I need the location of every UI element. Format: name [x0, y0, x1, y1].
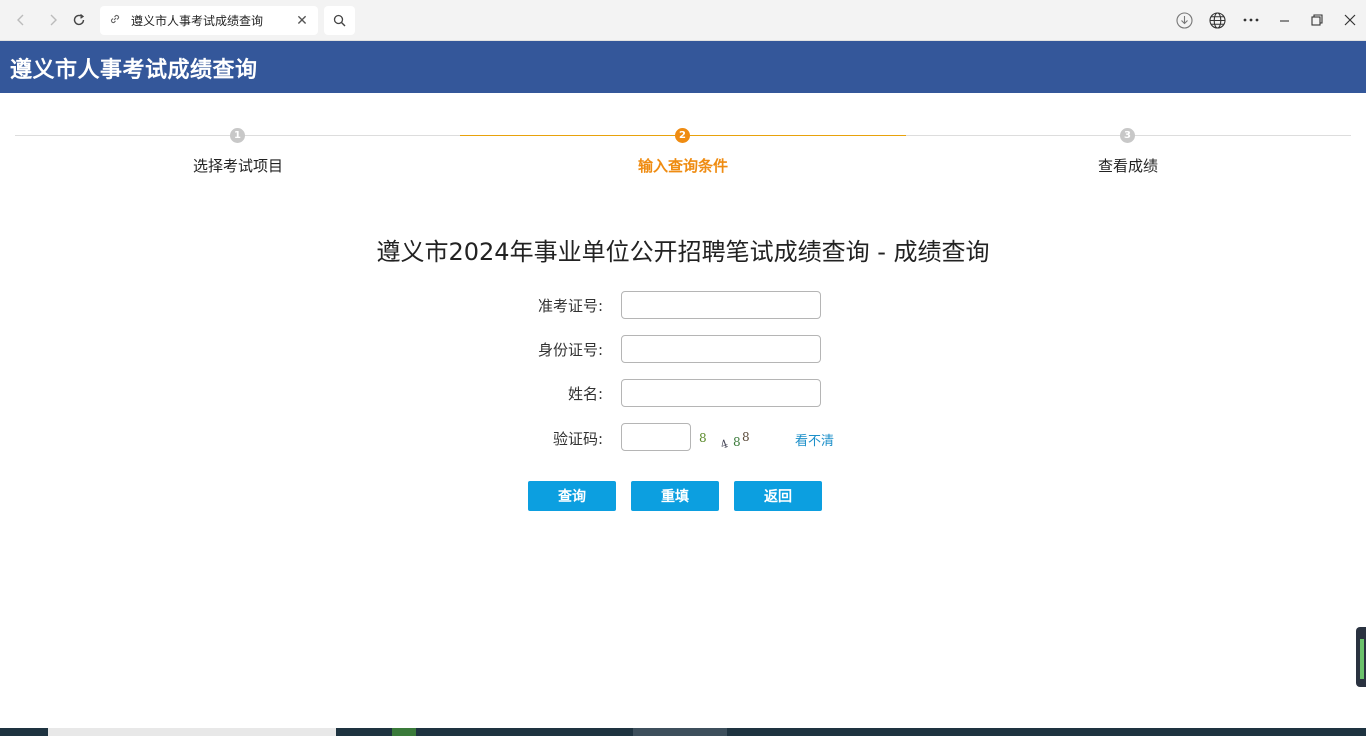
svg-text:8: 8 — [742, 430, 750, 444]
back-arrow-icon[interactable] — [10, 9, 32, 31]
download-icon[interactable] — [1173, 9, 1195, 31]
reset-button[interactable]: 重填 — [631, 481, 719, 511]
tab-title: 遵义市人事考试成绩查询 — [131, 14, 264, 28]
side-widget[interactable] — [1356, 627, 1366, 687]
link-icon — [109, 13, 123, 28]
svg-text:4: 4 — [719, 437, 730, 452]
svg-text:8: 8 — [699, 431, 707, 445]
browser-tab[interactable]: 遵义市人事考试成绩查询 ✕ — [100, 6, 318, 35]
name-label: 姓名: — [567, 385, 603, 403]
captcha-label: 验证码: — [552, 430, 603, 448]
forward-arrow-icon[interactable] — [42, 9, 64, 31]
query-button[interactable]: 查询 — [528, 481, 616, 511]
ticket-number-label: 准考证号: — [537, 297, 603, 315]
step-3-label: 查看成绩 — [1097, 157, 1158, 175]
browser-toolbar: 遵义市人事考试成绩查询 ✕ — [0, 0, 1366, 41]
taskbar-search[interactable] — [48, 728, 336, 736]
step-2-label: 输入查询条件 — [637, 157, 728, 175]
svg-text:8: 8 — [733, 435, 741, 449]
taskbar-app[interactable] — [392, 728, 416, 736]
name-input[interactable] — [621, 379, 821, 407]
form-title: 遵义市2024年事业单位公开招聘笔试成绩查询 - 成绩查询 — [376, 238, 990, 266]
taskbar-app[interactable] — [633, 728, 727, 736]
site-title: 遵义市人事考试成绩查询 — [10, 58, 258, 83]
more-icon[interactable] — [1240, 9, 1262, 31]
restore-icon[interactable] — [1306, 9, 1328, 31]
close-window-icon[interactable] — [1339, 9, 1361, 31]
taskbar — [0, 728, 1366, 736]
progress-steps: 1 2 3 选择考试项目 输入查询条件 查看成绩 — [15, 125, 1351, 185]
captcha-input[interactable] — [621, 423, 691, 451]
id-number-input[interactable] — [621, 335, 821, 363]
globe-icon[interactable] — [1206, 9, 1228, 31]
step-1-label: 选择考试项目 — [192, 157, 283, 175]
back-button[interactable]: 返回 — [734, 481, 822, 511]
close-icon[interactable]: ✕ — [294, 13, 310, 29]
captcha-refresh-link[interactable]: 看不清 — [795, 430, 834, 449]
minimize-icon[interactable] — [1273, 9, 1295, 31]
id-number-label: 身份证号: — [537, 341, 603, 359]
step-3-number: 3 — [1120, 128, 1135, 143]
captcha-image[interactable]: 8 4 8 8 — [697, 424, 777, 452]
search-icon[interactable] — [324, 6, 355, 35]
ticket-number-input[interactable] — [621, 291, 821, 319]
site-header: 遵义市人事考试成绩查询 — [0, 41, 1366, 93]
step-2-number: 2 — [675, 128, 690, 143]
side-widget-meter — [1360, 639, 1364, 679]
reload-icon[interactable] — [68, 9, 90, 31]
step-1-number: 1 — [230, 128, 245, 143]
